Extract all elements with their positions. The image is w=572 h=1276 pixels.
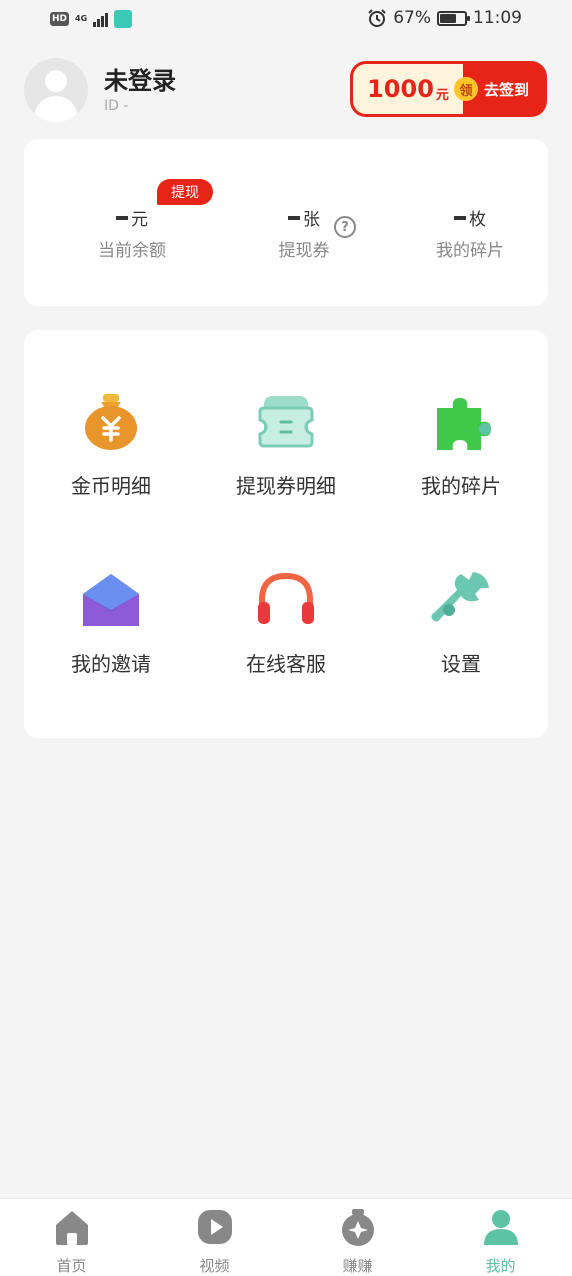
bottom-tab-bar: 首页 视频 赚赚 我的 <box>0 1198 572 1276</box>
stat-placeholder-dash <box>116 215 128 220</box>
stat-fragments-value: 枚 <box>428 205 512 230</box>
tab-label: 首页 <box>56 1257 87 1275</box>
stat-balance-value: 元 <box>90 205 174 230</box>
tab-label: 视频 <box>199 1257 230 1275</box>
menu-card: 金币明细 提现券明细 我的碎片 我的邀请 在线客服 设置 <box>24 330 548 738</box>
tab-label: 赚赚 <box>342 1257 373 1275</box>
stat-tickets[interactable]: 张 提现券 <box>264 205 344 261</box>
app-notification-icon <box>114 10 133 28</box>
stat-tickets-unit: 张 <box>303 210 320 230</box>
avatar-head <box>45 70 67 92</box>
signin-action: 去签到 <box>484 80 530 99</box>
menu-label: 我的邀请 <box>71 652 151 676</box>
battery-icon <box>437 10 470 26</box>
menu-label: 金币明细 <box>71 474 151 498</box>
coin-bag-icon <box>341 1209 374 1246</box>
menu-label: 提现券明细 <box>236 474 336 498</box>
battery-fill <box>440 13 456 23</box>
menu-label: 设置 <box>441 652 481 676</box>
username[interactable]: 未登录 <box>104 66 176 96</box>
stats-card: 元 当前余额 提现 张 提现券 ? 枚 我的碎片 <box>24 139 548 306</box>
menu-label: 在线客服 <box>246 652 326 676</box>
stat-placeholder-dash <box>454 215 466 220</box>
stat-fragments-unit: 枚 <box>469 210 486 230</box>
stat-placeholder-dash <box>288 215 300 220</box>
menu-item-settings[interactable]: 设置 <box>374 568 548 677</box>
tab-video[interactable]: 视频 <box>143 1199 286 1276</box>
menu-item-customer-service[interactable]: 在线客服 <box>199 568 373 677</box>
hd-badge: HD <box>50 12 70 26</box>
profile-text: 未登录 ID - <box>104 66 176 114</box>
clock: 11:09 <box>473 8 522 28</box>
network-type: 4G <box>75 14 88 23</box>
menu-item-ticket-details[interactable]: 提现券明细 <box>199 390 373 499</box>
stat-tickets-value: 张 <box>264 205 344 230</box>
stat-tickets-label: 提现券 <box>278 241 330 261</box>
avatar-body <box>34 96 78 122</box>
help-icon[interactable]: ? <box>334 216 356 238</box>
menu-item-coin-details[interactable]: 金币明细 <box>24 390 198 499</box>
network-label: 4G <box>75 15 87 23</box>
stat-balance-unit: 元 <box>131 210 148 230</box>
puzzle-icon <box>437 398 491 450</box>
signin-amount-box: 1000 元 <box>353 64 463 114</box>
stat-fragments-label: 我的碎片 <box>436 241 504 261</box>
headphones-icon <box>258 572 314 624</box>
user-id: ID - <box>104 98 129 114</box>
menu-item-my-fragments[interactable]: 我的碎片 <box>374 390 548 499</box>
tab-label: 我的 <box>485 1257 516 1275</box>
avatar[interactable] <box>24 58 88 122</box>
home-icon <box>55 1211 88 1245</box>
stat-fragments[interactable]: 枚 我的碎片 <box>428 205 512 261</box>
envelope-icon <box>83 574 139 626</box>
profile-header[interactable]: 未登录 ID - <box>24 58 176 122</box>
stat-balance-label: 当前余额 <box>98 241 166 261</box>
status-left: HD 4G <box>50 10 133 28</box>
status-bar: HD 4G 67% 11:09 <box>0 0 572 42</box>
ticket-icon <box>258 396 314 448</box>
signin-unit: 元 <box>435 87 449 103</box>
money-bag-icon <box>85 394 137 450</box>
wrench-icon <box>431 572 489 622</box>
signin-amount: 1000 <box>367 75 434 103</box>
alarm-icon <box>368 9 386 27</box>
signin-button[interactable]: 1000 元 领 去签到 <box>350 61 547 117</box>
tab-earn[interactable]: 赚赚 <box>286 1199 429 1276</box>
stat-balance[interactable]: 元 当前余额 <box>90 205 174 261</box>
tab-mine[interactable]: 我的 <box>429 1199 572 1276</box>
menu-label: 我的碎片 <box>421 474 501 498</box>
menu-item-my-invites[interactable]: 我的邀请 <box>24 568 198 677</box>
user-icon <box>483 1210 518 1245</box>
withdraw-badge[interactable]: 提现 <box>157 179 213 205</box>
play-icon <box>197 1210 232 1244</box>
coin-icon: 领 <box>454 77 478 101</box>
tab-home[interactable]: 首页 <box>0 1199 143 1276</box>
status-right: 67% 11:09 <box>367 8 522 28</box>
battery-percent: 67% <box>393 8 431 28</box>
signal-icon <box>93 11 109 27</box>
